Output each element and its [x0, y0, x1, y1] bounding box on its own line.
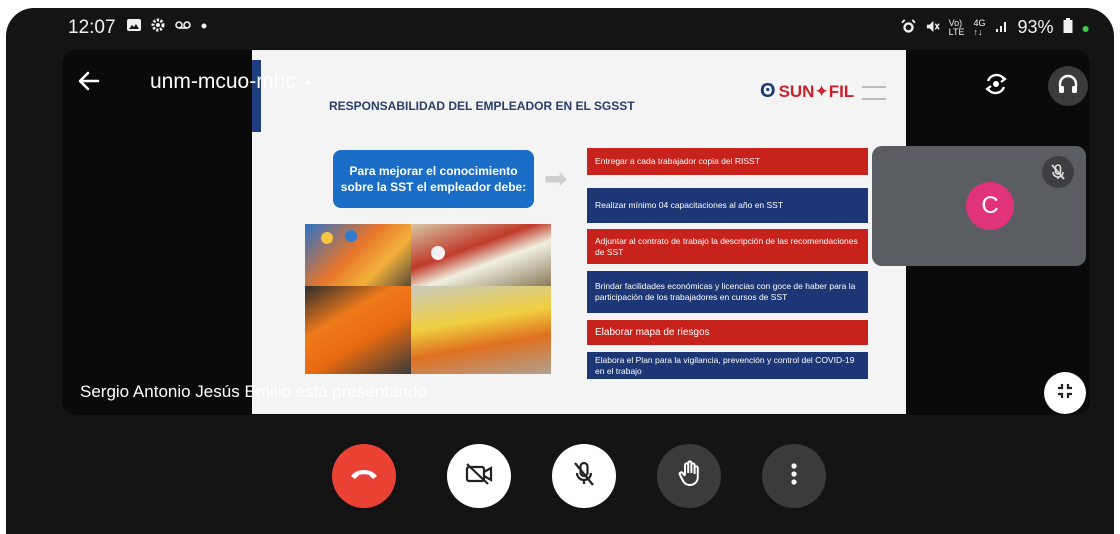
logo-tagline-lines — [862, 86, 886, 100]
slide-item: Elaborar mapa de riesgos — [587, 320, 868, 345]
collapse-icon — [1055, 381, 1075, 406]
battery-icon — [1063, 18, 1073, 37]
participant-tile[interactable]: C — [872, 146, 1086, 266]
photo-worker-inspection — [411, 286, 551, 374]
status-icons-left — [126, 17, 208, 37]
logo-symbol-icon: ʘ — [760, 80, 776, 102]
back-arrow-icon[interactable] — [76, 68, 102, 99]
slide-item: Realizar mínimo 04 capacitaciones al año… — [587, 188, 868, 223]
4g-icon: 4G ↑↓ — [973, 17, 986, 37]
signal-icon — [995, 19, 1009, 36]
headphones-icon — [1056, 72, 1080, 101]
gear-icon — [150, 17, 166, 37]
camera-toggle-button[interactable] — [447, 444, 511, 508]
photo-workers-helmets — [305, 224, 411, 286]
dot-icon — [200, 17, 208, 37]
voicemail-icon — [174, 17, 192, 37]
slide-item: Entregar a cada trabajador copia del RIS… — [587, 148, 868, 175]
charging-dot-icon: ● — [1081, 19, 1090, 36]
meeting-code-button[interactable]: unm-mcuo-mhc ▸ — [150, 70, 312, 94]
hand-icon — [677, 459, 701, 493]
photo-workers-training — [305, 286, 411, 374]
logo-text: SUN✦FIL — [778, 81, 855, 101]
slide-title: RESPONSABILIDAD DEL EMPLEADOR EN EL SGSS… — [329, 99, 635, 113]
phone-screen: 12:07 Vo) LTE 4G ↑↓ 93% ● RESPONSABILIDA… — [6, 8, 1114, 534]
hang-up-icon — [349, 466, 379, 487]
slide-item: Elabora el Plan para la vigilancia, prev… — [587, 352, 868, 379]
mic-off-icon — [572, 460, 596, 493]
slide-callout-box: Para mejorar el conocimiento sobre la SS… — [333, 150, 534, 208]
camera-off-icon — [464, 462, 494, 491]
switch-camera-button[interactable] — [976, 66, 1016, 106]
switch-camera-icon — [982, 70, 1010, 103]
status-time: 12:07 — [68, 17, 116, 38]
shared-presentation-slide: RESPONSABILIDAD DEL EMPLEADOR EN EL SGSS… — [252, 50, 906, 414]
right-arrow-icon: ➡ — [544, 163, 568, 194]
photo-helmet — [431, 246, 445, 260]
slide-item: Brindar facilidades económicas y licenci… — [587, 271, 868, 313]
audio-output-button[interactable] — [1048, 66, 1088, 106]
sunafil-logo: ʘ SUN✦FIL — [760, 80, 854, 103]
participant-avatar: C — [966, 182, 1014, 230]
volte-icon: Vo) LTE — [948, 17, 965, 37]
presenting-banner: Sergio Antonio Jesús Emilio está present… — [80, 382, 427, 401]
alarm-icon — [900, 18, 916, 37]
call-view: RESPONSABILIDAD DEL EMPLEADOR EN EL SGSS… — [62, 50, 1090, 415]
status-bar: 12:07 Vo) LTE 4G ↑↓ 93% ● — [6, 8, 1114, 48]
meeting-code: unm-mcuo-mhc — [150, 70, 296, 93]
battery-percent: 93% — [1017, 17, 1054, 37]
more-options-button[interactable] — [762, 444, 826, 508]
participant-mic-off-icon — [1042, 156, 1074, 188]
microphone-toggle-button[interactable] — [552, 444, 616, 508]
photo-helmet — [345, 230, 357, 242]
minimize-presentation-button[interactable] — [1044, 372, 1086, 414]
status-icons-right: Vo) LTE 4G ↑↓ 93% ● — [900, 17, 1090, 38]
workers-photo-collage — [305, 224, 551, 374]
slide-item: Adjuntar al contrato de trabajo la descr… — [587, 229, 868, 264]
photo-helmet — [321, 232, 333, 244]
raise-hand-button[interactable] — [657, 444, 721, 508]
image-icon — [126, 17, 142, 37]
end-call-button[interactable] — [332, 444, 396, 508]
chevron-right-icon: ▸ — [305, 74, 313, 89]
mute-icon — [925, 19, 940, 37]
more-vertical-icon — [790, 462, 798, 491]
